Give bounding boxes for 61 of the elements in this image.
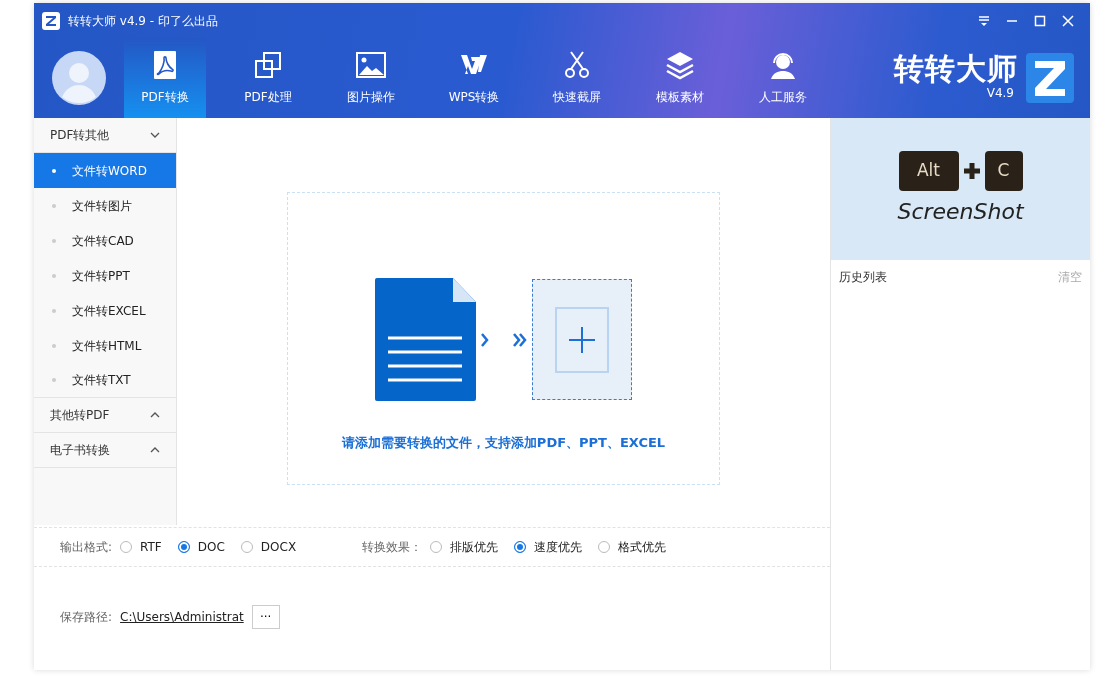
bullet-icon bbox=[52, 238, 56, 243]
app-logo-icon bbox=[42, 11, 60, 30]
toolbar-tab[interactable]: 快速截屏 bbox=[536, 38, 618, 118]
option-label: 转换效果： bbox=[362, 539, 423, 556]
headset-icon bbox=[768, 50, 798, 80]
save-path-link[interactable]: C:\Users\Administrat bbox=[120, 608, 244, 626]
sidebar-item[interactable]: 文件转WORD bbox=[34, 153, 176, 188]
brand-logo-icon bbox=[1026, 53, 1074, 103]
double-chevron-icon bbox=[512, 332, 528, 347]
chevron-up-icon bbox=[150, 447, 160, 453]
radio-option[interactable]: RTF bbox=[120, 538, 162, 556]
chevron-up-icon bbox=[150, 412, 160, 418]
document-icon bbox=[375, 278, 476, 401]
toolbar-tab[interactable]: 图片操作 bbox=[330, 38, 412, 118]
sidebar-item[interactable]: 文件转PPT bbox=[34, 258, 176, 293]
key-cap: Alt bbox=[898, 150, 959, 191]
radio-option[interactable]: 速度优先 bbox=[514, 538, 583, 556]
chevron-icon bbox=[480, 332, 490, 347]
avatar-icon[interactable] bbox=[52, 51, 106, 105]
toolbar-tab[interactable]: PDF转换 bbox=[124, 38, 206, 118]
layers-icon bbox=[665, 50, 695, 80]
sidebar-item[interactable]: 文件转CAD bbox=[34, 223, 176, 258]
history-title: 历史列表 bbox=[839, 269, 887, 286]
radio-option[interactable]: DOC bbox=[177, 538, 225, 556]
toolbar-tab[interactable]: WPS转换 bbox=[433, 38, 515, 118]
bullet-icon bbox=[52, 168, 56, 173]
screenshot-banner[interactable]: Alt C ScreenShot bbox=[831, 118, 1090, 260]
drop-hint: 请添加需要转换的文件，支持添加PDF、PPT、EXCEL bbox=[341, 434, 666, 452]
key-cap: C bbox=[984, 150, 1023, 191]
browse-button[interactable]: ··· bbox=[251, 605, 280, 629]
overlapping-squares-icon bbox=[253, 50, 283, 80]
sidebar-item[interactable]: 文件转EXCEL bbox=[34, 293, 176, 328]
sidebar-group[interactable]: 电子书转换 bbox=[34, 433, 176, 468]
sidebar-item[interactable]: 文件转图片 bbox=[34, 188, 176, 223]
save-path-label: 保存路径: bbox=[60, 609, 113, 626]
add-file-button[interactable] bbox=[532, 279, 632, 400]
toolbar-tab[interactable]: PDF处理 bbox=[227, 38, 309, 118]
sidebar-group[interactable]: 其他转PDF bbox=[34, 398, 176, 433]
sidebar-item[interactable]: 文件转HTML bbox=[34, 328, 176, 363]
toolbar-tab[interactable]: 模板素材 bbox=[639, 38, 721, 118]
option-label: 输出格式: bbox=[60, 539, 113, 556]
plus-icon bbox=[962, 161, 981, 180]
radio-option[interactable]: 格式优先 bbox=[598, 538, 667, 556]
scissors-icon bbox=[562, 50, 592, 80]
bullet-icon bbox=[52, 308, 56, 313]
window-title: 转转大师 v4.9 - 印了么出品 bbox=[68, 12, 218, 30]
drop-zone[interactable]: 请添加需要转换的文件，支持添加PDF、PPT、EXCEL bbox=[287, 192, 720, 485]
radio-option[interactable]: DOCX bbox=[240, 538, 297, 556]
image-icon bbox=[356, 50, 386, 80]
bullet-icon bbox=[52, 343, 56, 348]
bullet-icon bbox=[52, 203, 56, 208]
banner-caption: ScreenShot bbox=[897, 197, 1024, 226]
brand-version: V4.9 bbox=[986, 85, 1014, 102]
brand-name: 转转大师 bbox=[894, 54, 1018, 84]
bullet-icon bbox=[52, 273, 56, 278]
page-plus-icon bbox=[555, 306, 609, 373]
radio-option[interactable]: 排版优先 bbox=[430, 538, 499, 556]
toolbar-tab[interactable]: 人工服务 bbox=[742, 38, 824, 118]
sidebar-item[interactable]: 文件转TXT bbox=[34, 363, 176, 398]
bullet-icon bbox=[52, 378, 56, 382]
chevron-down-icon bbox=[150, 132, 160, 138]
